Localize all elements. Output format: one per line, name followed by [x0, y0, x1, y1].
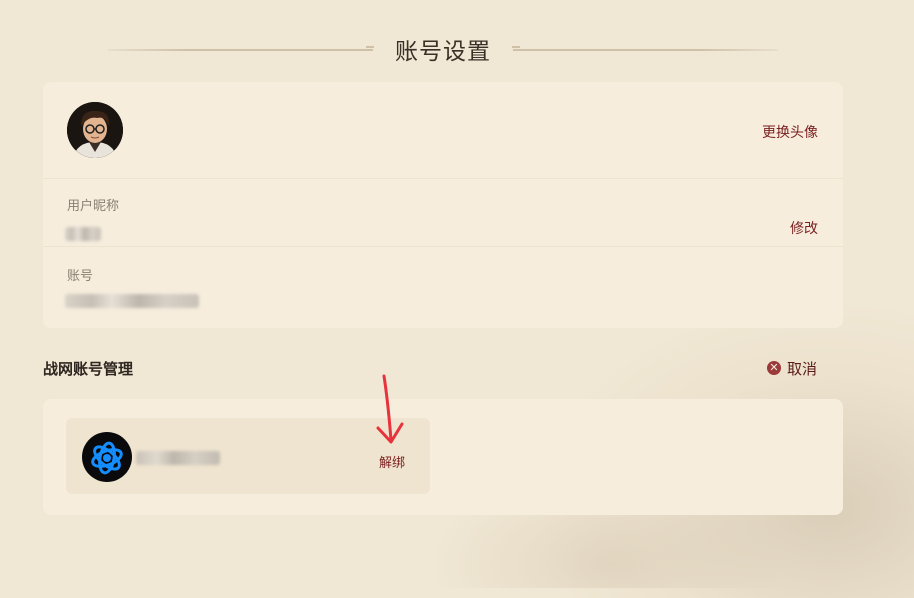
nickname-value: [65, 227, 101, 241]
nickname-label: 用户昵称: [67, 199, 120, 214]
page-header: 账号设置: [108, 30, 778, 66]
change-avatar-link[interactable]: 更换头像: [762, 122, 818, 142]
avatar[interactable]: [67, 102, 123, 158]
battlenet-card: 解绑: [43, 399, 843, 515]
battlenet-account-item: 解绑: [66, 418, 430, 494]
avatar-image: [67, 102, 123, 158]
close-circle-icon: ✕: [767, 361, 781, 375]
title-ornament-right: [513, 49, 778, 51]
cancel-button[interactable]: ✕ 取消: [767, 358, 817, 378]
account-label: 账号: [67, 269, 94, 284]
divider: [43, 246, 843, 247]
battlenet-account-name: [136, 451, 220, 465]
unbind-button[interactable]: 解绑: [379, 452, 405, 471]
cancel-label: 取消: [787, 359, 818, 378]
modify-nickname-link[interactable]: 修改: [790, 218, 818, 238]
divider: [43, 178, 843, 179]
profile-card: 更换头像 用户昵称 修改 账号: [43, 82, 843, 328]
battlenet-logo-icon: [82, 432, 132, 482]
account-value: [65, 294, 199, 308]
battlenet-section-title: 战网账号管理: [43, 360, 134, 378]
title-ornament-hook-right: [512, 46, 520, 56]
